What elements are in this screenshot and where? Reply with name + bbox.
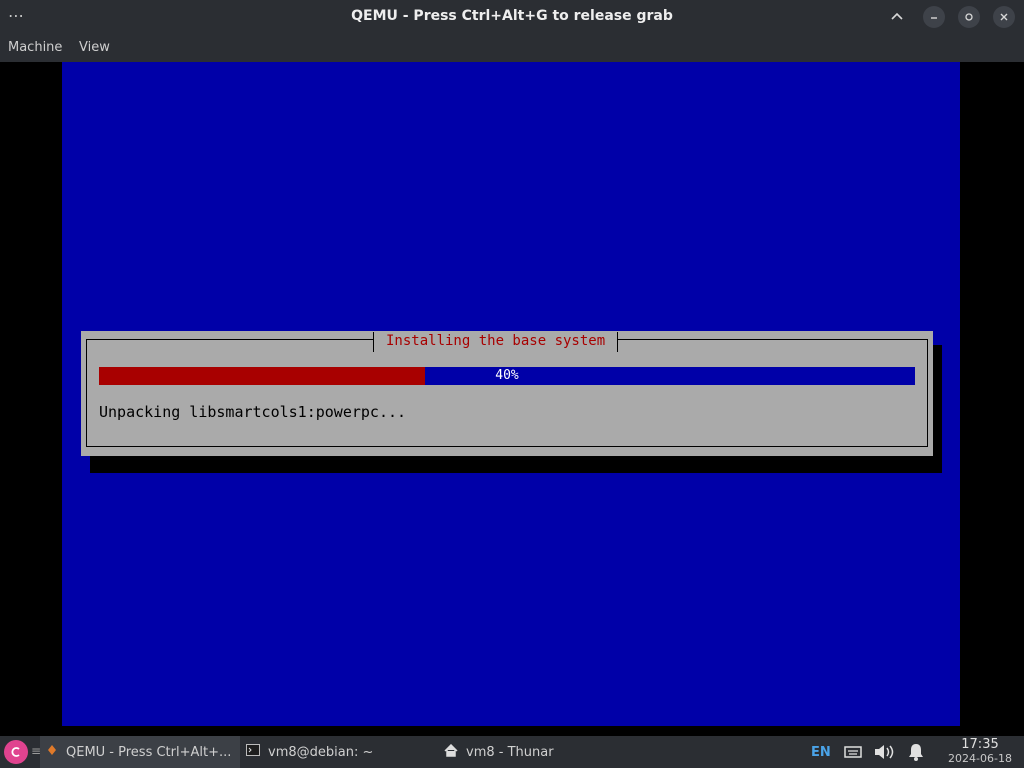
menubar: Machine View (0, 34, 1024, 62)
taskbar: ≡ QEMU - Press Ctrl+Alt+... vm8@debian: … (0, 736, 1024, 768)
close-icon[interactable] (993, 6, 1015, 28)
minimize-icon[interactable] (923, 6, 945, 28)
home-icon (444, 743, 458, 761)
terminal-icon (246, 744, 260, 760)
volume-icon[interactable] (873, 736, 897, 768)
menu-machine[interactable]: Machine (8, 40, 62, 55)
language-indicator[interactable]: EN (811, 736, 831, 768)
clock-time: 17:35 (961, 737, 999, 752)
progress-text: 40% (495, 368, 519, 383)
bell-icon[interactable] (906, 736, 926, 768)
clock[interactable]: 17:35 2024-06-18 (940, 737, 1020, 766)
progress-bar: 40% (99, 367, 915, 385)
task-label: vm8 - Thunar (466, 744, 554, 760)
dialog-frame (86, 339, 928, 447)
maximize-icon[interactable] (958, 6, 980, 28)
menu-view[interactable]: View (79, 40, 110, 55)
task-qemu[interactable]: QEMU - Press Ctrl+Alt+... (40, 736, 240, 768)
chevron-up-icon[interactable] (886, 6, 908, 28)
task-terminal[interactable]: vm8@debian: ~ (240, 736, 430, 768)
qemu-icon (46, 744, 58, 760)
keyboard-icon[interactable] (844, 736, 862, 768)
task-label: vm8@debian: ~ (268, 744, 374, 760)
task-label: QEMU - Press Ctrl+Alt+... (66, 744, 232, 760)
task-thunar[interactable]: vm8 - Thunar (438, 736, 618, 768)
status-text: Unpacking libsmartcols1:powerpc... (99, 403, 407, 421)
clock-date: 2024-06-18 (948, 752, 1012, 765)
dialog-title: Installing the base system (373, 332, 619, 352)
window-titlebar: ⋯ QEMU - Press Ctrl+Alt+G to release gra… (0, 0, 1024, 34)
installer-dialog: Installing the base system 40% Unpacking… (81, 331, 933, 456)
debian-swirl-icon[interactable] (4, 740, 28, 764)
window-title: QEMU - Press Ctrl+Alt+G to release grab (351, 8, 673, 24)
